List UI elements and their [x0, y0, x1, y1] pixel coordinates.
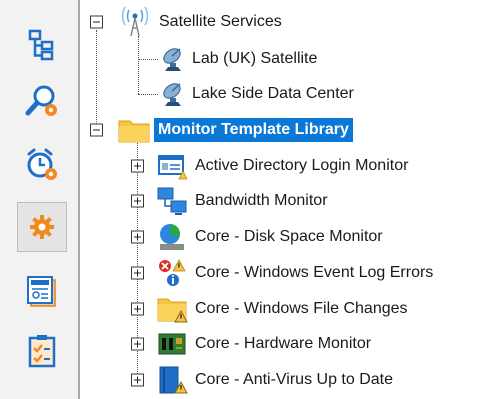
- tree-node-label: Core - Disk Space Monitor: [195, 228, 383, 245]
- tree-node-template[interactable]: Core - Hardware Monitor: [80, 326, 485, 362]
- tree-node-label: Satellite Services: [159, 13, 282, 30]
- tree-node-label: Core - Windows File Changes: [195, 300, 408, 317]
- tree-node-label: Active Directory Login Monitor: [195, 157, 409, 174]
- tree-view: Satellite Services Lab (UK) Satellite La…: [80, 0, 485, 399]
- expand-toggle[interactable]: [131, 194, 144, 208]
- circuit-board-icon: [158, 333, 186, 355]
- sidebar-button-hierarchy[interactable]: [17, 20, 67, 70]
- tree-node-satellite[interactable]: Lab (UK) Satellite: [80, 41, 485, 77]
- tree-node-template[interactable]: Core - Windows File Changes: [80, 291, 485, 327]
- directory-login-icon: [158, 155, 187, 180]
- hierarchy-icon: [28, 29, 54, 61]
- satellite-dish-icon: [163, 48, 181, 71]
- disk-space-icon: [160, 224, 184, 250]
- collapse-toggle[interactable]: [90, 123, 103, 137]
- antivirus-book-icon: [159, 366, 188, 394]
- expand-toggle[interactable]: [131, 230, 144, 244]
- tree-node-satellite[interactable]: Lake Side Data Center: [80, 76, 485, 112]
- folder-icon: [118, 120, 150, 143]
- tree-node-template[interactable]: Core - Anti-Virus Up to Date: [80, 362, 485, 398]
- tree-node-template[interactable]: Core - Disk Space Monitor: [80, 219, 485, 255]
- folder-warning-icon: [157, 298, 188, 323]
- event-log-icon: [159, 259, 186, 286]
- network-computers-icon: [157, 187, 187, 215]
- tree-node-label: Core - Windows Event Log Errors: [195, 264, 434, 281]
- sidebar-button-reports[interactable]: [17, 266, 67, 316]
- collapse-toggle[interactable]: [90, 15, 103, 29]
- tree-node-template[interactable]: Active Directory Login Monitor: [80, 148, 485, 184]
- tree-node-satellite-services[interactable]: Satellite Services: [80, 4, 485, 40]
- sidebar-button-settings[interactable]: [17, 202, 67, 252]
- search-settings-icon: [25, 85, 57, 116]
- expand-toggle[interactable]: [131, 373, 144, 387]
- expand-toggle[interactable]: [131, 302, 144, 316]
- checklist-icon: [28, 335, 56, 368]
- tree-node-label: Monitor Template Library: [154, 118, 353, 142]
- sidebar-button-tasks[interactable]: [17, 326, 67, 376]
- alarm-clock-settings-icon: [27, 148, 57, 180]
- sidebar-button-scheduler[interactable]: [17, 140, 67, 190]
- tree-node-label: Core - Hardware Monitor: [195, 335, 372, 352]
- tree-node-label: Lake Side Data Center: [192, 85, 354, 102]
- gear-icon: [30, 215, 54, 239]
- expand-toggle[interactable]: [131, 266, 144, 280]
- satellite-dish-icon: [163, 83, 181, 106]
- expand-toggle[interactable]: [131, 337, 144, 351]
- tree-node-template[interactable]: Core - Windows Event Log Errors: [80, 255, 485, 291]
- tree-node-label: Lab (UK) Satellite: [192, 50, 318, 67]
- sidebar: [0, 0, 78, 399]
- antenna-tower-icon: [121, 6, 149, 37]
- tree-node-label: Bandwidth Monitor: [195, 192, 328, 209]
- tree-node-label: Core - Anti-Virus Up to Date: [195, 371, 394, 388]
- news-report-icon: [27, 276, 56, 307]
- expand-toggle[interactable]: [131, 159, 144, 173]
- sidebar-button-search[interactable]: [17, 76, 67, 126]
- tree-node-template[interactable]: Bandwidth Monitor: [80, 183, 485, 219]
- tree-node-monitor-template-library[interactable]: Monitor Template Library: [80, 112, 485, 148]
